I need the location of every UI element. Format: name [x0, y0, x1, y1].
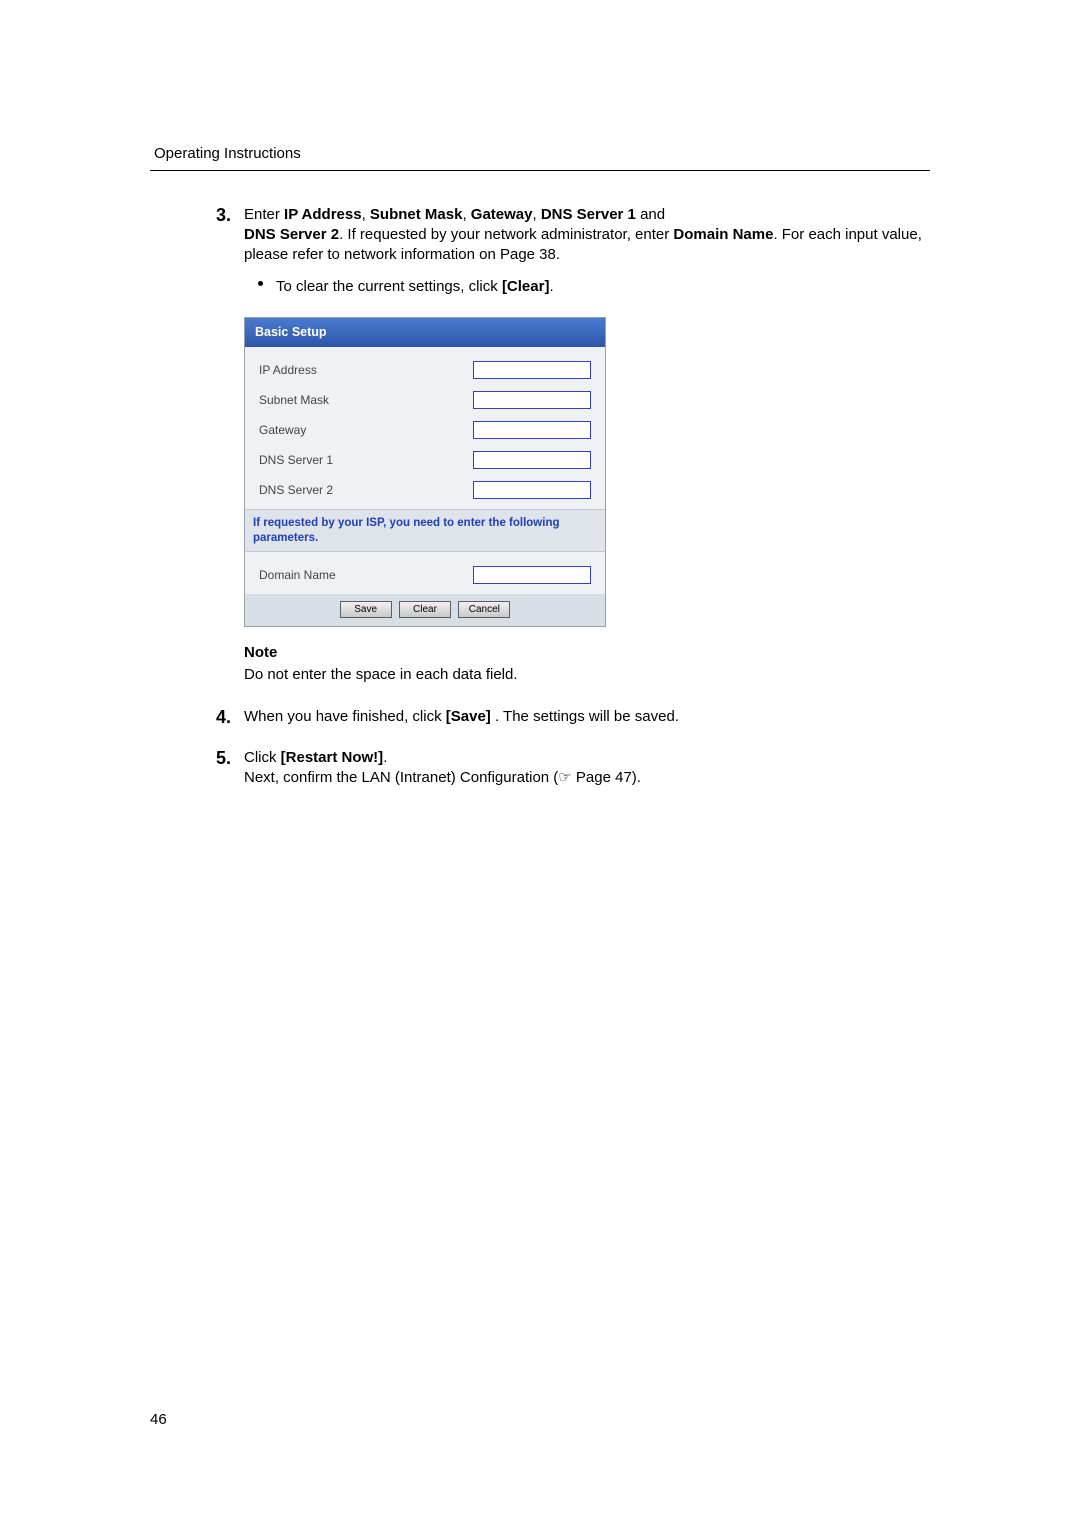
input-mask[interactable] [473, 391, 591, 409]
basic-setup-panel: Basic Setup IP Address Subnet Mask Gatew… [244, 317, 606, 627]
label-dns2: DNS Server 2 [259, 482, 333, 498]
input-gateway[interactable] [473, 421, 591, 439]
bullet-icon [258, 281, 263, 286]
page-number: 46 [150, 1411, 167, 1428]
step-3: 3. Enter IP Address, Subnet Mask, Gatewa… [216, 205, 930, 297]
note-heading: Note [244, 643, 930, 663]
panel-footer: Save Clear Cancel [245, 594, 605, 626]
isp-note: If requested by your ISP, you need to en… [245, 509, 605, 552]
save-button[interactable]: Save [340, 601, 392, 618]
label-dns1: DNS Server 1 [259, 452, 333, 468]
note-text: Do not enter the space in each data fiel… [244, 665, 930, 685]
step-3-text: Enter IP Address, Subnet Mask, Gateway, … [244, 206, 922, 263]
clear-button[interactable]: Clear [399, 601, 451, 618]
row-mask: Subnet Mask [255, 385, 595, 415]
panel-body-2: Domain Name [245, 552, 605, 594]
step-4-number: 4. [216, 705, 231, 729]
panel-header: Basic Setup [245, 318, 605, 347]
input-dns1[interactable] [473, 451, 591, 469]
label-mask: Subnet Mask [259, 392, 329, 408]
row-dns1: DNS Server 1 [255, 445, 595, 475]
basic-setup-panel-wrap: Basic Setup IP Address Subnet Mask Gatew… [244, 317, 930, 627]
input-domain[interactable] [473, 566, 591, 584]
step-4-text: When you have finished, click [Save] . T… [244, 708, 679, 725]
panel-body: IP Address Subnet Mask Gateway DNS Serve… [245, 347, 605, 509]
step-5-number: 5. [216, 746, 231, 770]
row-dns2: DNS Server 2 [255, 475, 595, 505]
row-gateway: Gateway [255, 415, 595, 445]
step-3-bullet: To clear the current settings, click [Cl… [244, 277, 930, 297]
label-ip: IP Address [259, 362, 317, 378]
page: Operating Instructions 3. Enter IP Addre… [0, 0, 1080, 1528]
content-area: 3. Enter IP Address, Subnet Mask, Gatewa… [216, 205, 930, 788]
row-ip: IP Address [255, 355, 595, 385]
input-dns2[interactable] [473, 481, 591, 499]
step-4: 4. When you have finished, click [Save] … [216, 707, 930, 727]
label-domain: Domain Name [259, 567, 336, 583]
row-domain: Domain Name [255, 560, 595, 590]
step-5: 5. Click [Restart Now!]. Next, confirm t… [216, 748, 930, 788]
step-5-text: Click [Restart Now!]. Next, confirm the … [244, 749, 641, 786]
header-rule [150, 170, 930, 171]
running-head: Operating Instructions [154, 145, 930, 162]
input-ip[interactable] [473, 361, 591, 379]
label-gateway: Gateway [259, 422, 306, 438]
cancel-button[interactable]: Cancel [458, 601, 510, 618]
step-3-number: 3. [216, 203, 231, 227]
pointer-icon: ☞ [558, 769, 571, 786]
